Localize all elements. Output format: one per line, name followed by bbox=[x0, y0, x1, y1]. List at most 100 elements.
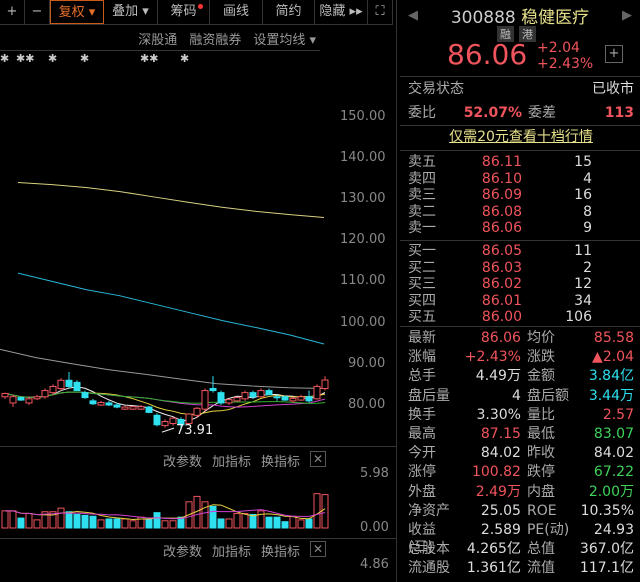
asks-volume: 16 bbox=[574, 187, 592, 203]
simple-button[interactable]: 简约 bbox=[263, 0, 315, 24]
low-price-label: 73.91 bbox=[176, 423, 213, 438]
stat-value: 100.82 bbox=[471, 464, 521, 481]
asks-row[interactable]: 卖一 86.06 9 bbox=[408, 220, 634, 237]
switch-indicator-button-2[interactable]: 换指标 bbox=[261, 541, 300, 560]
volume-bar bbox=[17, 517, 25, 529]
stat-value: 86.06 bbox=[480, 330, 521, 346]
fullscreen-icon[interactable]: ⛶ bbox=[368, 0, 393, 24]
stat-row: 盘后量 4 盘后额 3.44万 bbox=[408, 388, 634, 405]
zoom-in-button[interactable]: + bbox=[0, 0, 25, 24]
candle bbox=[209, 388, 217, 392]
stat-value: 24.93 bbox=[593, 522, 634, 538]
asks-volume: 4 bbox=[583, 170, 592, 187]
candle bbox=[121, 406, 129, 410]
volume-bar bbox=[169, 520, 177, 529]
candle bbox=[113, 404, 121, 408]
asks-level: 卖一 bbox=[408, 220, 436, 236]
asks-row[interactable]: 卖四 86.10 4 bbox=[408, 171, 634, 188]
stat-value: 3.84亿 bbox=[588, 368, 634, 385]
price-change-pct: +2.43% bbox=[537, 56, 594, 72]
bids-volume: 12 bbox=[574, 276, 592, 292]
candle bbox=[305, 396, 313, 402]
stat-label: 今开 bbox=[408, 445, 436, 462]
volume-bar bbox=[57, 507, 65, 529]
stat-label: 净资产 bbox=[408, 502, 450, 519]
bids-row[interactable]: 买三 86.02 12 bbox=[408, 276, 634, 293]
asks-row[interactable]: 卖五 86.11 15 bbox=[408, 154, 634, 171]
candle bbox=[217, 392, 225, 404]
fuquan-dropdown[interactable]: 复权 ▾ bbox=[50, 0, 104, 24]
stat-value: 367.0亿 bbox=[579, 541, 634, 558]
draw-line-button[interactable]: 画线 bbox=[210, 0, 263, 24]
volume-bar bbox=[145, 518, 153, 529]
bids-row[interactable]: 买一 86.05 11 bbox=[408, 243, 634, 260]
stat-row: 最新 86.06 均价 85.58 bbox=[408, 330, 634, 347]
edit-params-button[interactable]: 改参数 bbox=[163, 451, 202, 470]
candle bbox=[289, 397, 297, 402]
stat-value: 4.265亿 bbox=[466, 541, 521, 558]
stat-label: 量比 bbox=[526, 406, 555, 423]
switch-indicator-button[interactable]: 换指标 bbox=[261, 451, 300, 470]
stat-label: 均价 bbox=[526, 330, 555, 346]
candle bbox=[33, 396, 41, 400]
bids-level: 买四 bbox=[408, 292, 436, 309]
asks-row[interactable]: 卖二 86.08 8 bbox=[408, 204, 634, 221]
ma-settings-dropdown[interactable]: 设置均线 ▾ bbox=[253, 29, 316, 48]
bids-row[interactable]: 买四 86.01 34 bbox=[408, 293, 634, 310]
stat-row: 涨幅 +2.43% 涨跌 ▲2.04 bbox=[408, 349, 634, 366]
margin-link[interactable]: 融资融券 bbox=[189, 29, 241, 48]
volume-bar bbox=[65, 511, 73, 529]
candle bbox=[257, 390, 265, 398]
notification-dot bbox=[198, 4, 203, 9]
bids-volume: 2 bbox=[583, 259, 592, 276]
stat-value: 2.589 bbox=[480, 522, 521, 538]
bids-row[interactable]: 买二 86.03 2 bbox=[408, 260, 634, 277]
level2-promo-link[interactable]: 仅需20元查看十档行情 bbox=[408, 129, 634, 146]
candle bbox=[241, 392, 249, 400]
bids-row[interactable]: 买五 86.00 106 bbox=[408, 309, 634, 326]
volume-bar bbox=[1, 510, 9, 529]
zoom-out-button[interactable]: − bbox=[25, 0, 50, 24]
overlay-dropdown[interactable]: 叠加 ▾ bbox=[104, 0, 158, 24]
add-watchlist-button[interactable]: + bbox=[605, 45, 623, 63]
asks-row[interactable]: 卖三 86.09 16 bbox=[408, 187, 634, 204]
close-icon[interactable]: ✕ bbox=[310, 451, 326, 467]
asks-price: 86.08 bbox=[481, 203, 522, 220]
stat-value: 117.1亿 bbox=[579, 560, 634, 577]
bids-level: 买三 bbox=[408, 276, 436, 292]
close-icon-2[interactable]: ✕ bbox=[310, 541, 326, 557]
hide-button[interactable]: 隐藏 ▸▸ bbox=[315, 0, 368, 24]
volume-chart bbox=[1, 493, 329, 529]
asks-price: 86.09 bbox=[481, 187, 522, 203]
volume-bar bbox=[289, 515, 297, 529]
chip-button[interactable]: 筹码 bbox=[158, 0, 210, 24]
candle bbox=[193, 407, 201, 416]
wb-value: 52.07% bbox=[463, 105, 522, 121]
asks-price: 86.11 bbox=[481, 154, 522, 170]
edit-params-button-2[interactable]: 改参数 bbox=[163, 541, 202, 560]
volume-bar bbox=[97, 519, 105, 529]
volume-bar bbox=[233, 513, 241, 529]
volume-bar bbox=[249, 513, 257, 529]
stat-label: 金额 bbox=[526, 368, 555, 385]
candle bbox=[49, 385, 57, 394]
add-indicator-button-2[interactable]: 加指标 bbox=[212, 541, 251, 560]
volume-bar bbox=[105, 518, 113, 529]
stat-label: 收益(三) bbox=[408, 522, 436, 555]
stat-value: 25.05 bbox=[480, 502, 521, 519]
add-indicator-button[interactable]: 加指标 bbox=[212, 451, 251, 470]
last-price: 86.06 bbox=[447, 38, 528, 71]
stat-row: 换手 3.30% 量比 2.57 bbox=[408, 407, 634, 424]
sgt-link[interactable]: 深股通 bbox=[138, 29, 177, 48]
vol-axis-max: 5.98 bbox=[360, 466, 389, 481]
chart-toolbar: + − 复权 ▾ 叠加 ▾ 筹码 画线 简约 隐藏 ▸▸ ⛶ bbox=[0, 0, 393, 25]
stat-value: 2.00万 bbox=[588, 483, 634, 500]
candle bbox=[105, 402, 113, 406]
candle bbox=[297, 396, 305, 401]
wb-label: 委比 bbox=[408, 105, 436, 121]
stat-label: 总值 bbox=[526, 541, 555, 558]
asks-level: 卖五 bbox=[408, 154, 436, 170]
trade-status-value: 已收市 bbox=[592, 81, 634, 97]
asks-level: 卖二 bbox=[408, 203, 436, 220]
volume-bar bbox=[273, 516, 281, 529]
